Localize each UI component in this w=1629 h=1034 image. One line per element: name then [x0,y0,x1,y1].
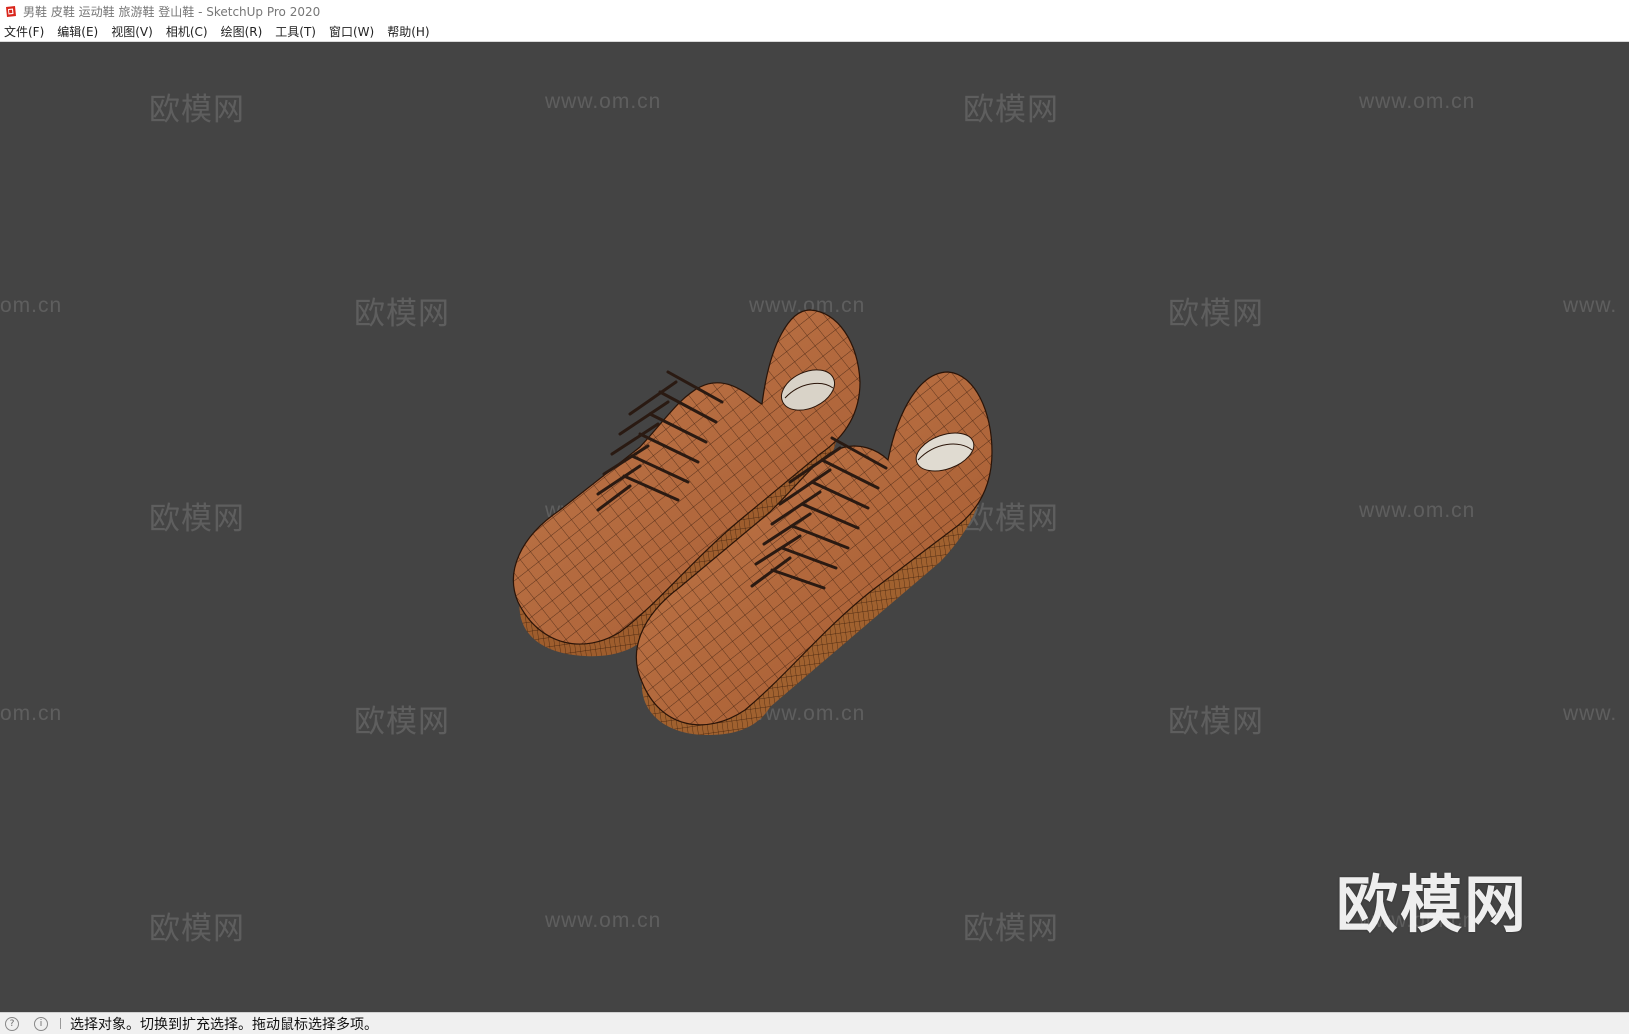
menu-view[interactable]: 视图(V) [105,23,160,41]
menu-help[interactable]: 帮助(H) [381,23,436,41]
status-bar: ? i 选择对象。切换到扩充选择。拖动鼠标选择多项。 [0,1012,1629,1034]
status-message: 选择对象。切换到扩充选择。拖动鼠标选择多项。 [70,1016,378,1033]
title-bar: 男鞋 皮鞋 运动鞋 旅游鞋 登山鞋 - SketchUp Pro 2020 [0,0,1629,22]
menu-tools[interactable]: 工具(T) [269,23,323,41]
menu-file[interactable]: 文件(F) [0,23,51,41]
sketchup-app-icon [6,5,16,17]
info-icon[interactable]: i [34,1016,48,1031]
watermark-logo: 欧模网 [1336,868,1529,941]
model-viewport[interactable]: 欧模网 www.om.cn 欧模网 www.om.cn om.cn 欧模网 ww… [0,42,1629,1012]
menu-edit[interactable]: 编辑(E) [51,23,105,41]
window-title: 男鞋 皮鞋 运动鞋 旅游鞋 登山鞋 - SketchUp Pro 2020 [23,4,321,19]
status-divider [60,1018,61,1029]
menu-bar: 文件(F) 编辑(E) 视图(V) 相机(C) 绘图(R) 工具(T) 窗口(W… [0,22,1629,42]
menu-camera[interactable]: 相机(C) [160,23,215,41]
menu-draw[interactable]: 绘图(R) [215,23,270,41]
geo-location-icon[interactable]: ? [5,1016,19,1031]
menu-window[interactable]: 窗口(W) [323,23,381,41]
